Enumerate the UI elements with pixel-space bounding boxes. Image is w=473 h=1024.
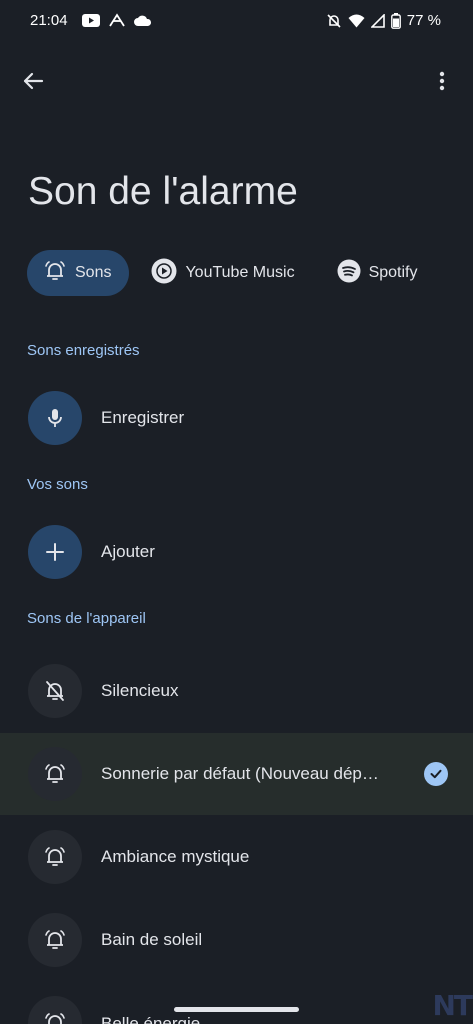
section-title-yours: Vos sons [27, 476, 88, 493]
battery-icon [390, 12, 401, 29]
item-label: Ajouter [101, 542, 155, 561]
sound-item-default[interactable]: Sonnerie par défaut (Nouveau dép… [0, 733, 473, 815]
status-bar: 21:04 77 % [0, 0, 473, 44]
watermark-logo: NT [432, 989, 473, 1022]
section-title-device: Sons de l'appareil [27, 610, 146, 627]
battery-percentage: 77 % [406, 12, 441, 29]
source-tabs: Sons YouTube Music Spotify [27, 250, 418, 296]
page-title: Son de l'alarme [28, 170, 298, 213]
item-label: Ambiance mystique [101, 847, 250, 866]
tab-label: YouTube Music [185, 264, 295, 281]
bell-icon [28, 830, 82, 884]
check-icon [424, 762, 448, 786]
youtube-icon [82, 13, 100, 27]
section-title-recorded: Sons enregistrés [27, 342, 140, 359]
status-time: 21:04 [30, 12, 68, 29]
tab-label: Sons [75, 264, 112, 281]
tab-sons[interactable]: Sons [27, 250, 130, 296]
sound-item-bain-de-soleil[interactable]: Bain de soleil [0, 899, 473, 981]
tab-youtube-music[interactable]: YouTube Music [151, 250, 295, 296]
item-label: Enregistrer [101, 408, 185, 427]
sound-item-belle-energie[interactable]: Belle énergie [0, 980, 473, 1024]
signal-app-icon [108, 12, 126, 28]
more-vert-icon[interactable] [427, 66, 457, 96]
mic-icon [28, 391, 82, 445]
bell-icon [43, 259, 67, 288]
record-item[interactable]: Enregistrer [0, 377, 473, 459]
bell-icon [28, 913, 82, 967]
sound-item-silencieux[interactable]: Silencieux [0, 650, 473, 732]
tab-spotify[interactable]: Spotify [337, 250, 418, 296]
item-label: Sonnerie par défaut (Nouveau dép… [101, 764, 379, 783]
arrow-back-icon[interactable] [18, 66, 48, 96]
cloud-icon [134, 14, 152, 27]
item-label: Silencieux [101, 681, 179, 700]
tab-label: Spotify [368, 264, 418, 281]
gesture-nav-bar[interactable] [174, 1007, 299, 1012]
bell-off-icon [326, 13, 342, 29]
item-label: Belle énergie [101, 1014, 201, 1024]
bell-off-icon [28, 664, 82, 718]
plus-icon [28, 525, 82, 579]
youtube-music-icon [151, 258, 177, 289]
cell-signal-icon [370, 13, 385, 28]
spotify-icon [337, 259, 361, 288]
bell-icon [28, 996, 82, 1024]
wifi-icon [348, 14, 365, 28]
add-item[interactable]: Ajouter [0, 511, 473, 593]
sound-item-ambiance-mystique[interactable]: Ambiance mystique [0, 816, 473, 898]
item-label: Bain de soleil [101, 930, 203, 949]
bell-icon [28, 747, 82, 801]
